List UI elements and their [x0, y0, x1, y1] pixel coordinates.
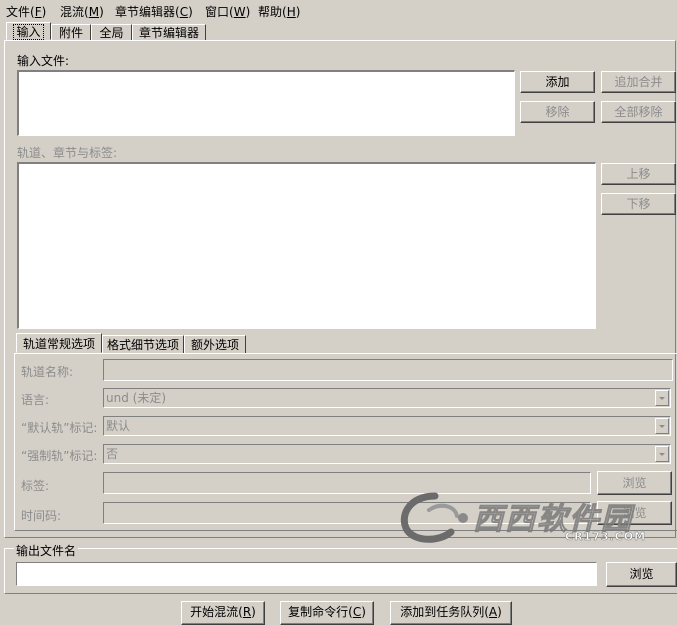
button-label: 复制命令行 [288, 605, 349, 619]
add-button[interactable]: 添加 [520, 71, 595, 93]
menu-chapter-editor[interactable]: 章节编辑器(C) [115, 3, 193, 20]
watermark-logo: 西西软件园 CR173.COM [395, 488, 665, 546]
output-browse-button[interactable]: 浏览 [606, 562, 677, 587]
timecodes-label: 时间码: [21, 509, 62, 523]
menu-mux[interactable]: 混流(M) [60, 3, 104, 20]
chevron-down-icon[interactable] [655, 446, 669, 462]
menu-file[interactable]: 文件(F) [6, 3, 46, 20]
forced-flag-value: 否 [106, 447, 119, 461]
tab-track-general-options[interactable]: 轨道常规选项 [16, 333, 102, 353]
forced-flag-select[interactable]: 否 [103, 444, 671, 464]
menu-bar: 文件(F) 混流(M) 章节编辑器(C) 窗口(W) 帮助(H) [0, 0, 677, 20]
start-mux-button[interactable]: 开始混流(R) [181, 601, 265, 625]
copy-command-button[interactable]: 复制命令行(C) [280, 601, 374, 625]
tab-label: 附件 [58, 26, 83, 40]
tab-attachments[interactable]: 附件 [51, 24, 91, 40]
move-up-button[interactable]: 上移 [601, 163, 676, 185]
tab-label: 格式细节选项 [106, 338, 179, 352]
track-name-label: 轨道名称: [21, 365, 74, 379]
append-button[interactable]: 追加合并 [601, 71, 676, 93]
chevron-down-icon[interactable] [655, 418, 669, 434]
language-label: 语言: [21, 393, 50, 407]
language-select[interactable]: und (未定) [103, 388, 671, 408]
tab-format-options[interactable]: 格式细节选项 [102, 335, 184, 353]
tab-label: 全局 [99, 26, 124, 40]
move-down-button[interactable]: 下移 [601, 193, 676, 215]
button-label: 开始混流 [190, 605, 239, 619]
default-flag-value: 默认 [106, 419, 131, 433]
tab-label: 章节编辑器 [138, 26, 199, 40]
menu-window[interactable]: 窗口(W) [205, 3, 250, 20]
default-flag-label: “默认轨”标记: [21, 421, 98, 435]
tab-label: 额外选项 [190, 338, 239, 352]
input-files-label: 输入文件: [17, 54, 70, 68]
tab-label: 轨道常规选项 [22, 337, 95, 351]
watermark-subtext: CR173.COM [565, 530, 647, 544]
output-label: 输出文件名 [14, 542, 79, 559]
remove-all-button[interactable]: 全部移除 [601, 101, 676, 123]
tab-chapter-editor[interactable]: 章节编辑器 [132, 24, 206, 40]
remove-button[interactable]: 移除 [520, 101, 595, 123]
default-flag-select[interactable]: 默认 [103, 416, 671, 436]
input-files-list[interactable] [17, 70, 515, 136]
tab-label: 输入 [13, 24, 44, 40]
output-filename-input[interactable] [16, 562, 597, 586]
menu-help[interactable]: 帮助(H) [258, 3, 300, 20]
tab-extra-options[interactable]: 额外选项 [184, 335, 246, 353]
tags-label: 标签: [21, 479, 50, 493]
button-label: 添加到任务队列 [400, 605, 485, 619]
chevron-down-icon[interactable] [655, 390, 669, 406]
track-name-input[interactable] [103, 359, 673, 381]
add-to-queue-button[interactable]: 添加到任务队列(A) [390, 601, 512, 625]
language-value: und (未定) [106, 391, 167, 405]
tracks-label: 轨道、章节与标签: [17, 146, 118, 160]
tracks-list[interactable] [17, 162, 596, 329]
tab-input[interactable]: 输入 [6, 22, 51, 40]
tab-global[interactable]: 全局 [91, 24, 132, 40]
forced-flag-label: “强制轨”标记: [21, 449, 98, 463]
